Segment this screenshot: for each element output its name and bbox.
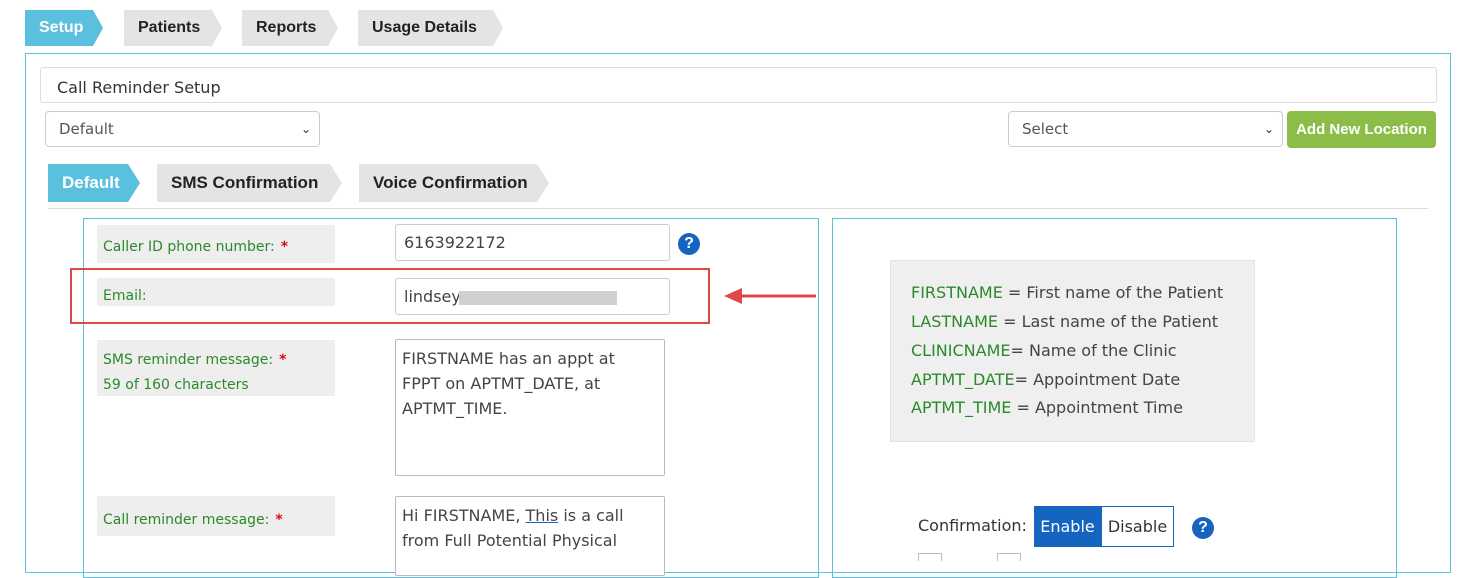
legend-desc: = Last name of the Patient: [997, 312, 1218, 331]
legend-desc: = First name of the Patient: [1002, 283, 1224, 302]
tabs-divider: [48, 208, 1428, 209]
sms-message-line: FPPT on APTMT_DATE, at: [402, 374, 601, 393]
placeholder-legend: FIRSTNAME = First name of the Patient LA…: [890, 260, 1255, 442]
sms-message-line: APTMT_TIME.: [402, 399, 508, 418]
tab-voice-confirmation[interactable]: Voice Confirmation: [359, 164, 549, 202]
add-new-location-button[interactable]: Add New Location: [1287, 111, 1436, 148]
legend-key: APTMT_TIME: [911, 398, 1012, 417]
legend-key: FIRSTNAME: [911, 283, 1003, 302]
caller-id-label: Caller ID phone number: *: [97, 225, 335, 263]
call-message-label: Call reminder message: *: [97, 496, 335, 536]
location-select[interactable]: Select ⌄: [1008, 111, 1283, 147]
caller-id-label-text: Caller ID phone number:: [103, 239, 275, 255]
confirmation-label: Confirmation:: [918, 516, 1027, 535]
enable-button[interactable]: Enable: [1034, 506, 1101, 547]
partial-input[interactable]: [997, 553, 1021, 561]
legend-row: APTMT_DATE= Appointment Date: [911, 370, 1180, 389]
legend-key: LASTNAME: [911, 312, 998, 331]
sms-char-count: 59 of 160 characters: [103, 377, 249, 393]
tab-usage-details[interactable]: Usage Details: [358, 10, 503, 46]
legend-key: APTMT_DATE: [911, 370, 1015, 389]
required-mark: *: [280, 239, 289, 255]
tab-sms-confirmation[interactable]: SMS Confirmation: [157, 164, 342, 202]
arrow-pointer-icon: [724, 288, 816, 304]
disable-button[interactable]: Disable: [1101, 506, 1174, 547]
page-title: Call Reminder Setup: [57, 78, 221, 97]
panel-header: [40, 67, 1437, 103]
help-icon[interactable]: ?: [678, 233, 700, 255]
legend-key: CLINICNAME: [911, 341, 1011, 360]
chevron-down-icon: ⌄: [300, 122, 311, 136]
tab-patients[interactable]: Patients: [124, 10, 222, 46]
required-mark: *: [275, 512, 283, 528]
call-message-textarea[interactable]: Hi FIRSTNAME, This is a call from Full P…: [395, 496, 665, 576]
call-message-line: from Full Potential Physical: [402, 531, 618, 550]
legend-desc: = Name of the Clinic: [1010, 341, 1177, 360]
call-message-label-text: Call reminder message:: [103, 512, 270, 528]
caller-id-input[interactable]: 6163922172: [395, 224, 670, 261]
spellcheck-word: This: [525, 506, 559, 525]
profile-select[interactable]: Default ⌄: [45, 111, 320, 147]
tab-reports[interactable]: Reports: [242, 10, 338, 46]
sms-message-textarea[interactable]: FIRSTNAME has an appt at FPPT on APTMT_D…: [395, 339, 665, 476]
location-select-value: Select: [1022, 120, 1069, 138]
highlight-box: [70, 268, 710, 324]
legend-row: LASTNAME = Last name of the Patient: [911, 312, 1218, 331]
partial-input[interactable]: [918, 553, 942, 561]
legend-desc: = Appointment Date: [1014, 370, 1181, 389]
help-icon[interactable]: ?: [1192, 517, 1214, 539]
tab-default[interactable]: Default: [48, 164, 140, 202]
required-mark: *: [279, 352, 287, 368]
legend-row: CLINICNAME= Name of the Clinic: [911, 341, 1177, 360]
sms-message-label: SMS reminder message: * 59 of 160 charact…: [97, 340, 335, 396]
chevron-down-icon: ⌄: [1263, 122, 1274, 136]
sms-message-line: FIRSTNAME has an appt at: [402, 349, 615, 368]
legend-row: APTMT_TIME = Appointment Time: [911, 398, 1183, 417]
legend-desc: = Appointment Time: [1011, 398, 1183, 417]
profile-select-value: Default: [59, 120, 114, 138]
tab-setup[interactable]: Setup: [25, 10, 103, 46]
legend-row: FIRSTNAME = First name of the Patient: [911, 283, 1223, 302]
call-message-text: is a call: [558, 506, 624, 525]
call-message-text: Hi FIRSTNAME,: [402, 506, 526, 525]
call-message-line: Hi FIRSTNAME, This is a call: [402, 503, 658, 528]
sms-message-label-text: SMS reminder message:: [103, 352, 274, 368]
